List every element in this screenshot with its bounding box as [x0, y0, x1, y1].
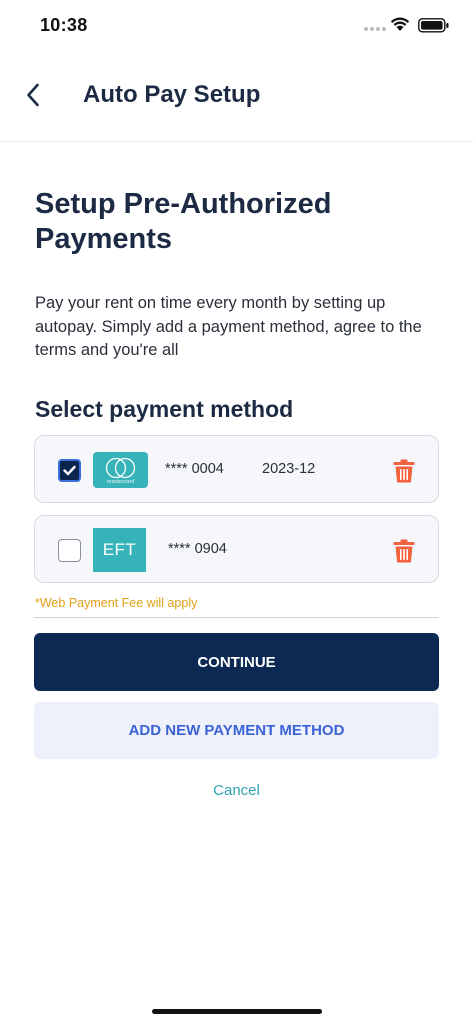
trash-icon	[393, 459, 415, 483]
fee-note: *Web Payment Fee will apply	[35, 596, 198, 610]
delete-button[interactable]	[393, 459, 415, 483]
payment-method-card-eft[interactable]: EFT **** 0904	[34, 515, 439, 583]
battery-icon	[418, 18, 449, 33]
checkbox-unchecked[interactable]	[58, 539, 81, 562]
card-number: **** 0004	[165, 461, 224, 477]
cancel-link[interactable]: Cancel	[0, 782, 473, 799]
divider	[34, 617, 439, 618]
eft-logo: EFT	[93, 528, 146, 572]
checkbox-checked[interactable]	[58, 459, 81, 482]
wifi-icon	[390, 17, 410, 31]
mastercard-logo-text: mastercard	[106, 479, 135, 485]
chevron-left-icon	[27, 83, 39, 107]
delete-button[interactable]	[393, 539, 415, 563]
card-number: **** 0904	[168, 541, 227, 557]
add-payment-method-button[interactable]: ADD NEW PAYMENT METHOD	[34, 702, 439, 759]
continue-button[interactable]: CONTINUE	[34, 633, 439, 691]
signal-icon	[364, 27, 386, 31]
page-title: Auto Pay Setup	[83, 81, 261, 108]
mastercard-logo: mastercard	[93, 452, 148, 488]
section-heading: Setup Pre-Authorized Payments	[35, 188, 332, 255]
status-bar: 10:38	[0, 0, 473, 52]
description-text: Pay your rent on time every month by set…	[35, 294, 422, 359]
payment-method-card-mastercard[interactable]: mastercard **** 0004 2023-12	[34, 435, 439, 503]
status-time: 10:38	[40, 15, 88, 35]
checkmark-icon	[63, 465, 76, 476]
trash-icon	[393, 539, 415, 563]
back-button[interactable]	[18, 78, 48, 112]
payment-method-title: Select payment method	[35, 396, 294, 422]
nav-bar: Auto Pay Setup	[0, 52, 473, 142]
home-indicator	[152, 1009, 322, 1014]
card-expiry: 2023-12	[262, 461, 316, 477]
